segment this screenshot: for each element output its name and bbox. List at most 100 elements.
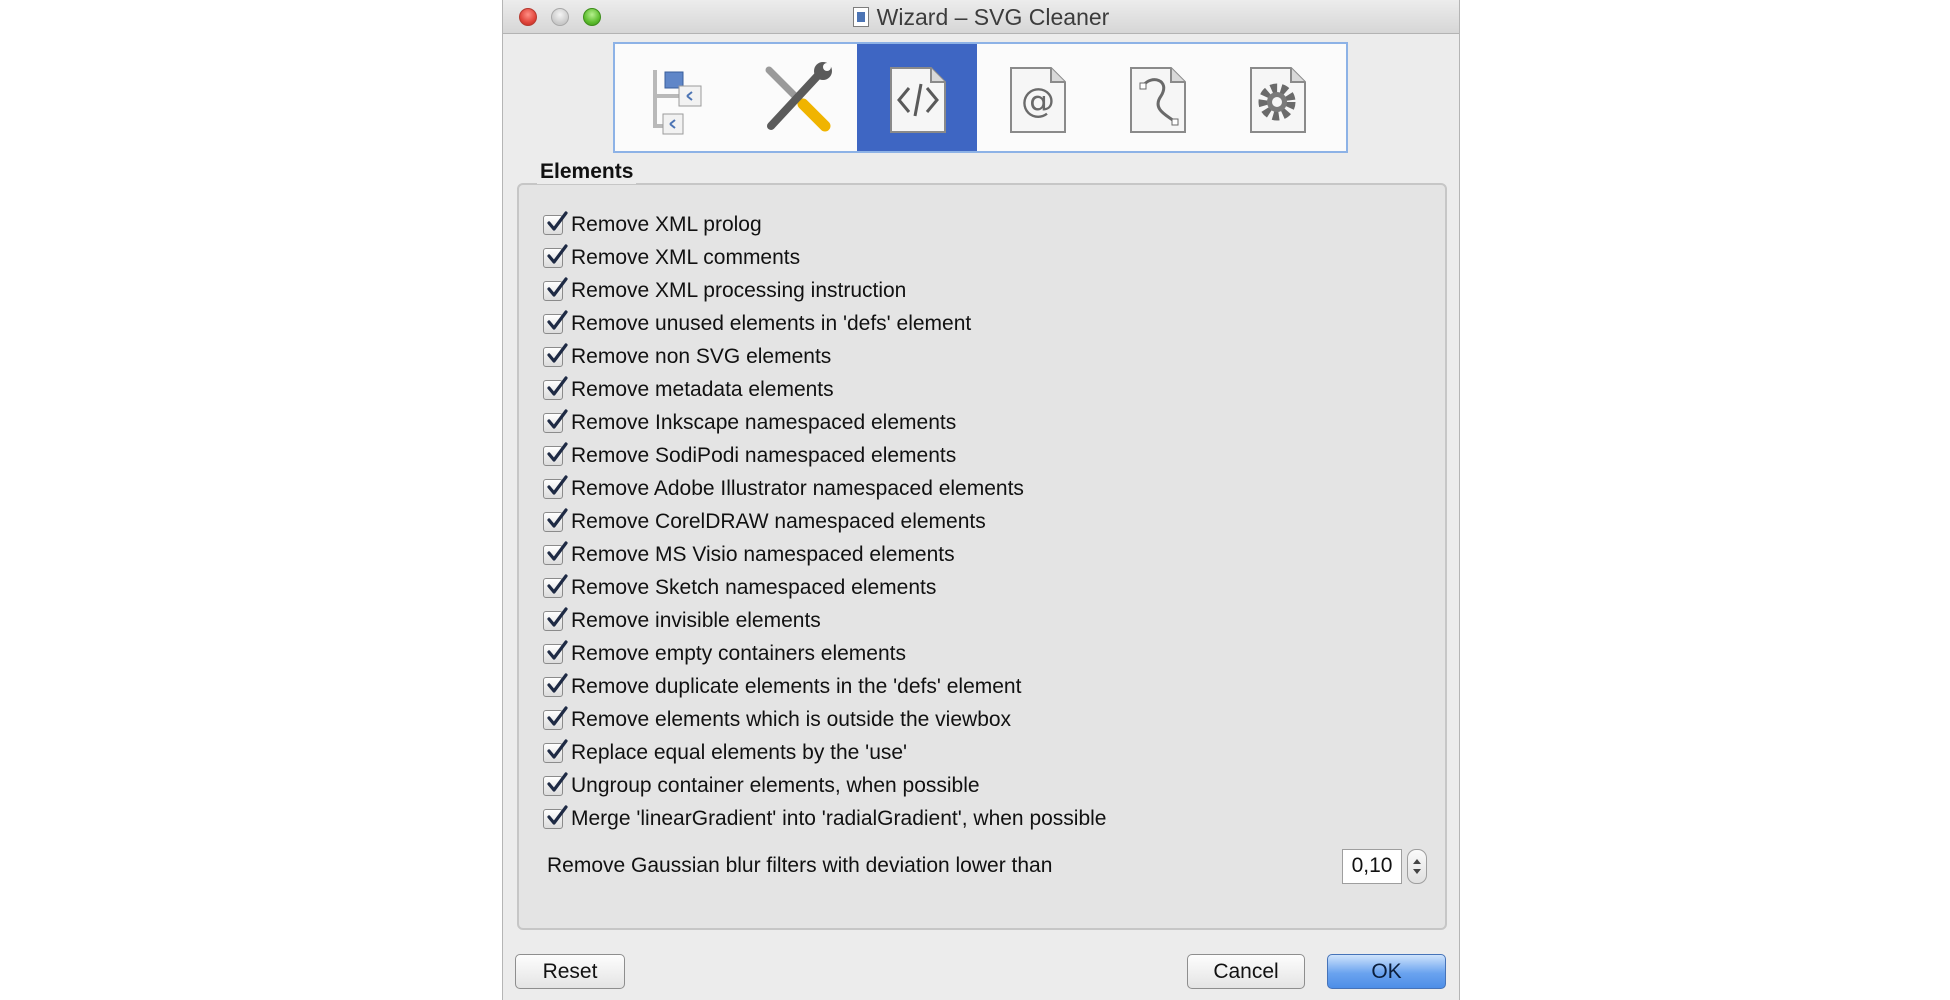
gear-icon [1250, 66, 1306, 133]
option-row[interactable]: Remove duplicate elements in the 'defs' … [543, 670, 1107, 703]
checkmark-icon [547, 309, 568, 330]
option-checkbox[interactable] [543, 210, 568, 235]
checkmark-icon [547, 243, 568, 264]
ok-button[interactable]: OK [1327, 954, 1446, 989]
document-icon [852, 7, 869, 27]
checkmark-icon [547, 474, 568, 495]
option-checkbox[interactable] [543, 573, 568, 598]
option-row[interactable]: Remove XML prolog [543, 208, 1107, 241]
option-row[interactable]: Remove elements which is outside the vie… [543, 703, 1107, 736]
tab-attributes[interactable]: @ [977, 44, 1097, 151]
checkmark-icon [547, 507, 568, 528]
option-checkbox[interactable] [543, 309, 568, 334]
option-label: Remove Inkscape namespaced elements [571, 410, 957, 434]
elements-options-list: Remove XML prolog Remove XML comments Remo… [543, 208, 1107, 835]
option-checkbox[interactable] [543, 408, 568, 433]
option-row[interactable]: Remove metadata elements [543, 373, 1107, 406]
option-row[interactable]: Remove MS Visio namespaced elements [543, 538, 1107, 571]
option-row[interactable]: Remove Inkscape namespaced elements [543, 406, 1107, 439]
option-checkbox[interactable] [543, 243, 568, 268]
option-checkbox[interactable] [543, 639, 568, 664]
option-label: Remove elements which is outside the vie… [571, 707, 1012, 731]
option-label: Remove invisible elements [571, 608, 821, 632]
tab-tools[interactable] [737, 44, 857, 151]
option-checkbox[interactable] [543, 804, 568, 829]
tree-icon [653, 69, 702, 134]
option-checkbox[interactable] [543, 441, 568, 466]
option-row[interactable]: Remove invisible elements [543, 604, 1107, 637]
checkmark-icon [547, 210, 568, 231]
option-checkbox[interactable] [543, 705, 568, 730]
option-checkbox[interactable] [543, 606, 568, 631]
option-label: Merge 'linearGradient' into 'radialGradi… [571, 806, 1107, 830]
option-label: Remove empty containers elements [571, 641, 906, 665]
option-row[interactable]: Remove SodiPodi namespaced elements [543, 439, 1107, 472]
wizard-page-toolbar: @ [613, 42, 1348, 153]
option-checkbox[interactable] [543, 474, 568, 499]
tab-structure[interactable] [617, 44, 737, 151]
option-row[interactable]: Remove XML comments [543, 241, 1107, 274]
option-row[interactable]: Remove empty containers elements [543, 637, 1107, 670]
option-checkbox[interactable] [543, 672, 568, 697]
at-icon: @ [1010, 66, 1066, 133]
checkmark-icon [547, 804, 568, 825]
path-icon [1130, 66, 1186, 133]
option-label: Remove CorelDRAW namespaced elements [571, 509, 986, 533]
option-label: Remove XML prolog [571, 212, 762, 236]
option-row[interactable]: Merge 'linearGradient' into 'radialGradi… [543, 802, 1107, 835]
option-label: Remove SodiPodi namespaced elements [571, 443, 957, 467]
checkmark-icon [547, 573, 568, 594]
tab-paths[interactable] [1097, 44, 1217, 151]
option-label: Replace equal elements by the 'use' [571, 740, 908, 764]
option-checkbox[interactable] [543, 738, 568, 763]
option-row[interactable]: Remove Sketch namespaced elements [543, 571, 1107, 604]
option-label: Remove unused elements in 'defs' element [571, 311, 972, 335]
checkmark-icon [547, 771, 568, 792]
option-row[interactable]: Ungroup container elements, when possibl… [543, 769, 1107, 802]
cancel-button[interactable]: Cancel [1187, 954, 1305, 989]
wizard-window: Wizard – SVG Cleaner @ Elements Remove X… [502, 0, 1460, 1000]
reset-button[interactable]: Reset [515, 954, 625, 989]
gaussian-blur-stepper[interactable] [1407, 848, 1427, 884]
svg-text:@: @ [1021, 81, 1055, 121]
checkmark-icon [547, 375, 568, 396]
option-row[interactable]: Remove Adobe Illustrator namespaced elem… [543, 472, 1107, 505]
stepper-up-icon[interactable] [1413, 858, 1421, 864]
option-row[interactable]: Replace equal elements by the 'use' [543, 736, 1107, 769]
option-row[interactable]: Remove CorelDRAW namespaced elements [543, 505, 1107, 538]
checkmark-icon [547, 276, 568, 297]
gaussian-blur-value-input[interactable]: 0,10 [1342, 848, 1402, 884]
option-checkbox[interactable] [543, 375, 568, 400]
code-icon [890, 66, 946, 133]
option-label: Remove XML comments [571, 245, 801, 269]
stepper-down-icon[interactable] [1413, 868, 1421, 874]
option-row[interactable]: Remove XML processing instruction [543, 274, 1107, 307]
gaussian-blur-label: Remove Gaussian blur filters with deviat… [547, 854, 1053, 877]
option-label: Remove non SVG elements [571, 344, 832, 368]
option-checkbox[interactable] [543, 540, 568, 565]
option-label: Remove XML processing instruction [571, 278, 907, 302]
checkmark-icon [547, 639, 568, 660]
option-row[interactable]: Remove unused elements in 'defs' element [543, 307, 1107, 340]
window-title: Wizard – SVG Cleaner [876, 3, 1110, 30]
option-row[interactable]: Remove non SVG elements [543, 340, 1107, 373]
option-checkbox[interactable] [543, 276, 568, 301]
tab-elements[interactable] [857, 44, 977, 151]
checkmark-icon [547, 606, 568, 627]
option-checkbox[interactable] [543, 342, 568, 367]
option-checkbox[interactable] [543, 771, 568, 796]
checkmark-icon [547, 672, 568, 693]
option-label: Remove Sketch namespaced elements [571, 575, 937, 599]
checkmark-icon [547, 342, 568, 363]
gaussian-blur-row: Remove Gaussian blur filters with deviat… [547, 846, 1427, 886]
title-bar: Wizard – SVG Cleaner [503, 0, 1459, 34]
title-area: Wizard – SVG Cleaner [503, 0, 1459, 34]
tab-settings[interactable] [1217, 44, 1337, 151]
option-checkbox[interactable] [543, 507, 568, 532]
option-label: Remove duplicate elements in the 'defs' … [571, 674, 1022, 698]
option-label: Remove metadata elements [571, 377, 834, 401]
tools-icon [765, 61, 832, 131]
checkmark-icon [547, 441, 568, 462]
checkmark-icon [547, 705, 568, 726]
checkmark-icon [547, 408, 568, 429]
